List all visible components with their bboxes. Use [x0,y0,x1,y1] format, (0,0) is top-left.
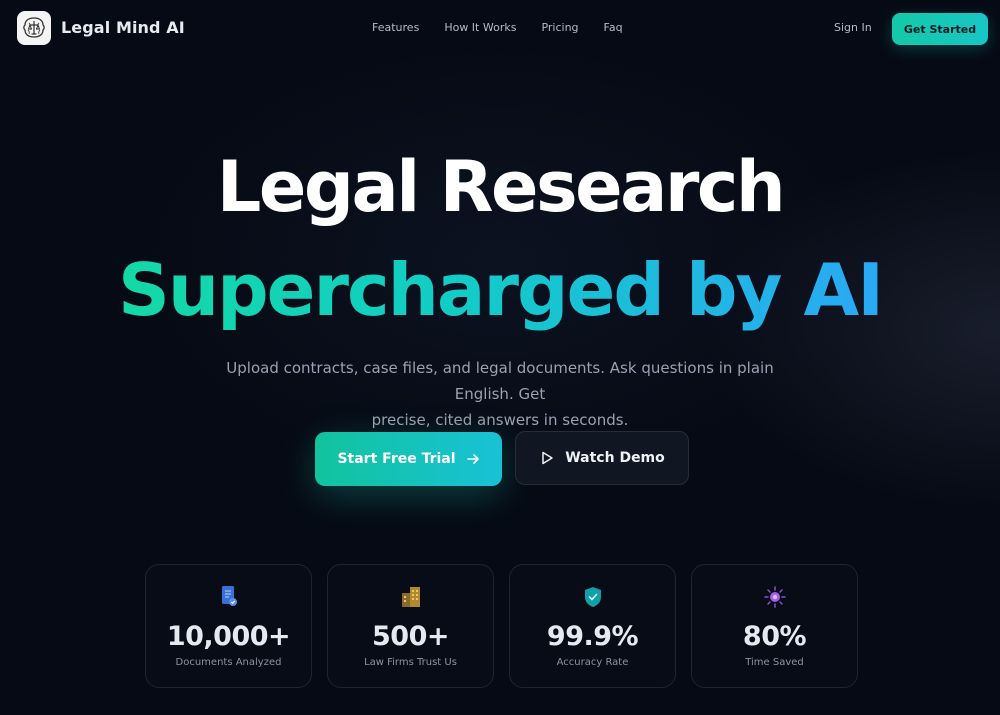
hero-subtitle: Upload contracts, case files, and legal … [200,355,800,433]
stat-value: 80% [742,621,807,652]
start-free-trial-label: Start Free Trial [337,451,456,467]
arrow-right-icon [466,454,479,464]
sign-in-link[interactable]: Sign In [834,21,872,34]
play-icon [542,451,553,465]
brand-name[interactable]: Legal Mind AI [61,18,185,37]
watch-demo-label: Watch Demo [565,450,665,466]
hero-subtitle-line2: precise, cited answers in seconds. [371,411,629,429]
top-nav: Legal Mind AI Features How It Works Pric… [0,0,1000,58]
hero-title-line2: Supercharged by AI [0,248,1000,332]
nav-link-features[interactable]: Features [372,21,419,34]
stat-value: 10,000+ [166,621,291,652]
logo[interactable] [17,11,51,45]
stat-card-accuracy: 99.9% Accuracy Rate [509,564,676,688]
hero-subtitle-line1: Upload contracts, case files, and legal … [226,359,774,403]
stat-label: Accuracy Rate [556,657,629,668]
stat-value: 500+ [372,621,449,652]
stat-card-law-firms: 500+ Law Firms Trust Us [327,564,494,688]
stat-card-time-saved: 80% Time Saved [691,564,858,688]
nav-link-faq[interactable]: Faq [604,21,623,34]
watch-demo-button[interactable]: Watch Demo [515,431,689,485]
start-free-trial-button[interactable]: Start Free Trial [315,432,502,486]
stat-card-documents: 10,000+ Documents Analyzed [145,564,312,688]
get-started-button[interactable]: Get Started [892,13,988,45]
stat-value: 99.9% [546,621,639,652]
nav-link-pricing[interactable]: Pricing [541,21,578,34]
hero-title-gradient-text: Supercharged by AI [117,248,884,332]
building-icon [401,587,420,607]
nav-links: Features How It Works Pricing Faq [372,21,623,34]
stat-label: Time Saved [745,657,804,668]
hero-title-line1: Legal Research [216,146,786,228]
stat-label: Law Firms Trust Us [364,657,457,668]
landing-page: Legal Mind AI Features How It Works Pric… [0,0,1000,715]
brain-scale-icon [23,17,45,38]
shield-check-icon [584,587,601,607]
sparkle-icon [763,586,786,608]
nav-link-how-it-works[interactable]: How It Works [444,21,516,34]
stat-label: Documents Analyzed [175,657,282,668]
document-icon [221,586,237,606]
